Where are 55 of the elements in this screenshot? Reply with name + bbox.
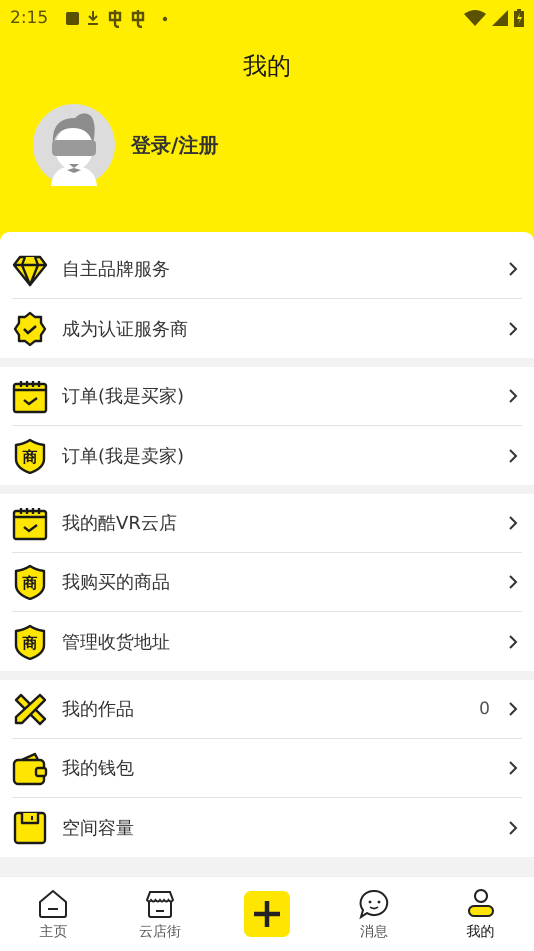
- battery-icon: [514, 9, 524, 27]
- menu-label: 我的酷VR云店: [62, 512, 177, 535]
- pencil-ruler-icon: [12, 691, 48, 727]
- menu-item[interactable]: 我的作品 0: [12, 680, 522, 739]
- nav-tab[interactable]: 消息: [320, 877, 428, 951]
- menu-label: 订单(我是卖家): [62, 444, 184, 468]
- home-icon: [37, 888, 70, 920]
- menu-item[interactable]: 商 订单(我是卖家): [12, 426, 522, 485]
- chevron-right-icon: [508, 515, 518, 531]
- menu-label: 我的作品: [62, 698, 134, 721]
- chevron-right-icon: [508, 760, 518, 776]
- wallet-icon: [12, 750, 48, 786]
- shield-icon: 商: [12, 564, 48, 600]
- menu-item[interactable]: 自主品牌服务: [12, 240, 522, 299]
- menu-item[interactable]: 商 管理收货地址: [12, 612, 522, 671]
- download-icon: [87, 10, 100, 25]
- menu-item[interactable]: 我的酷VR云店: [12, 494, 522, 553]
- shield-icon: 商: [12, 438, 48, 474]
- menu-item[interactable]: 成为认证服务商: [12, 299, 522, 358]
- nav-tab[interactable]: 云店街: [106, 877, 214, 951]
- status-time: 2:15: [10, 8, 48, 28]
- menu-item[interactable]: 订单(我是买家): [12, 367, 522, 426]
- chevron-right-icon: [508, 820, 518, 836]
- avatar-icon[interactable]: [33, 104, 115, 186]
- menu-item[interactable]: 我的钱包: [12, 739, 522, 798]
- menu-label: 我的钱包: [62, 757, 134, 780]
- chevron-right-icon: [508, 261, 518, 277]
- chat-bubble-icon: [358, 888, 390, 920]
- chevron-right-icon: [508, 701, 518, 717]
- nav-tab[interactable]: 我的: [427, 877, 534, 951]
- page-title: 我的: [242, 51, 292, 82]
- dot-icon: [163, 16, 168, 22]
- nav-tab[interactable]: 主页: [0, 877, 107, 951]
- menu-label: 我购买的商品: [62, 571, 170, 594]
- calendar-check-icon: [12, 505, 48, 541]
- menu-label: 管理收货地址: [62, 630, 170, 654]
- signal-icon: [492, 10, 508, 26]
- login-link[interactable]: 登录/注册: [131, 132, 218, 158]
- chevron-right-icon: [508, 448, 518, 464]
- menu-item[interactable]: 商 我购买的商品: [12, 553, 522, 612]
- chevron-right-icon: [508, 388, 518, 404]
- menu-label: 自主品牌服务: [62, 258, 170, 281]
- menu-label: 成为认证服务商: [62, 318, 188, 340]
- item-count: 0: [479, 699, 490, 719]
- menu-label: 订单(我是买家): [62, 385, 184, 408]
- menu-label: 空间容量: [62, 816, 134, 840]
- shield-icon: 商: [12, 624, 48, 660]
- badge-check-icon: [12, 310, 48, 346]
- chevron-right-icon: [508, 574, 518, 590]
- wifi-icon: [464, 10, 486, 26]
- calendar-check-icon: [12, 378, 48, 414]
- chevron-right-icon: [508, 634, 518, 650]
- chevron-right-icon: [508, 320, 518, 336]
- menu-item[interactable]: 空间容量: [12, 798, 522, 857]
- add-button[interactable]: [244, 891, 290, 937]
